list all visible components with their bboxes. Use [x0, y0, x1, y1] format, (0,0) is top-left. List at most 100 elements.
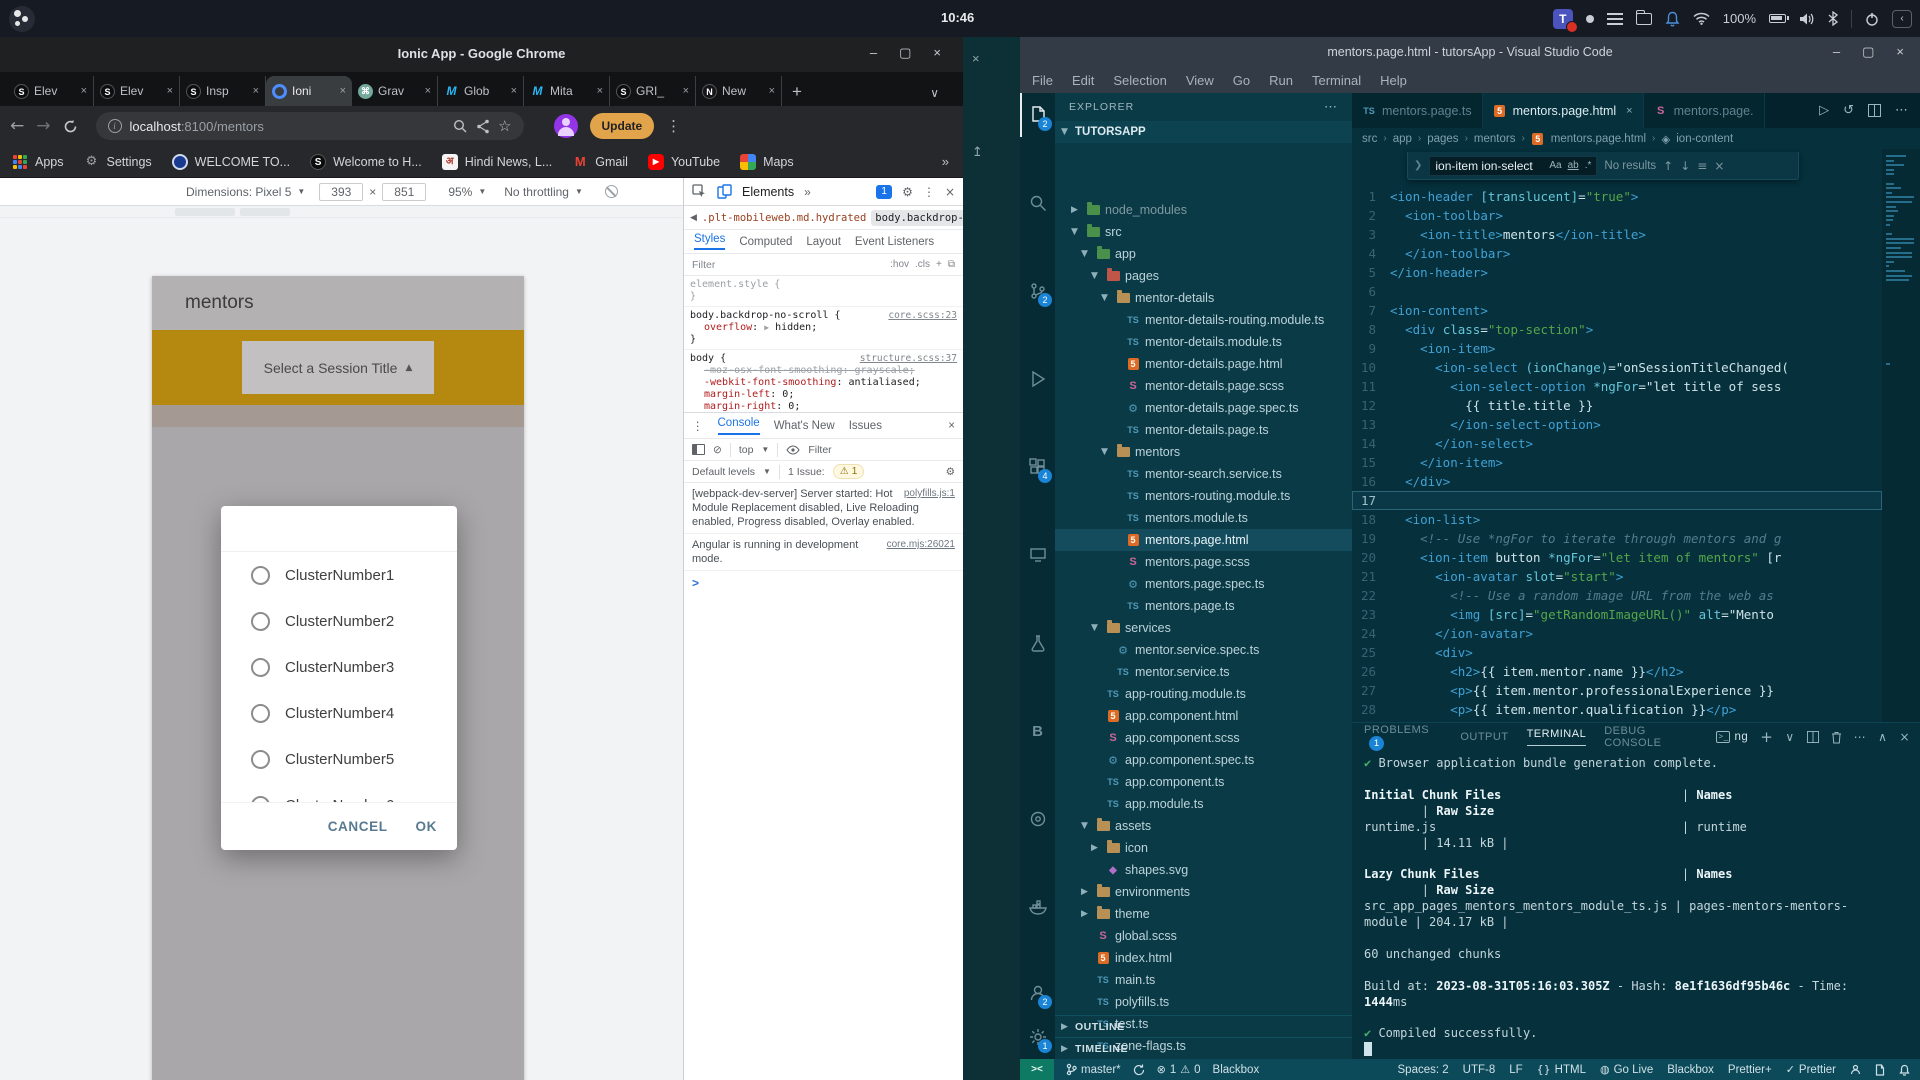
panel-tab-terminal[interactable]: TERMINAL — [1527, 728, 1587, 746]
panel-tab-output[interactable]: OUTPUT — [1460, 731, 1508, 743]
run-icon[interactable]: ▷ — [1819, 103, 1829, 118]
tree-item-theme[interactable]: ▶theme — [1055, 903, 1352, 925]
tab-what-s-new[interactable]: What's New — [774, 420, 835, 432]
breadcrumb-item[interactable]: ion-content — [1676, 133, 1733, 145]
find-close-icon[interactable]: × — [1714, 159, 1724, 173]
tree-item-mentors.page.html[interactable]: 5mentors.page.html — [1055, 529, 1352, 551]
tree-item-node_modules[interactable]: ▶node_modules — [1055, 199, 1352, 221]
code-line[interactable]: 16 </div> — [1352, 472, 1882, 491]
blackbox-status-item[interactable]: Blackbox — [1213, 1064, 1260, 1076]
browser-tab-mita[interactable]: MMita× — [524, 76, 610, 106]
tree-item-environments[interactable]: ▶environments — [1055, 881, 1352, 903]
status-item-utf-8[interactable]: UTF-8 — [1463, 1064, 1496, 1076]
browser-tab-elev[interactable]: SElev× — [8, 76, 94, 106]
chrome-titlebar[interactable]: Ionic App - Google Chrome – ▢ × — [0, 37, 963, 72]
new-tab-button[interactable]: + — [792, 82, 802, 102]
code-line[interactable]: 22 <!-- Use a random image URL from the … — [1352, 586, 1882, 605]
tree-item-mentors.module.ts[interactable]: TSmentors.module.ts — [1055, 507, 1352, 529]
bookmark-hindi-news--l---[interactable]: अHindi News, L... — [442, 154, 553, 170]
source-link[interactable]: core.scss:23 — [888, 310, 957, 322]
bookmark-settings[interactable]: ⚙Settings — [84, 154, 152, 170]
issues-count-badge[interactable]: 1 — [876, 185, 892, 199]
code-line[interactable]: 18 <ion-list> — [1352, 510, 1882, 529]
radio-option[interactable]: ClusterNumber2 — [221, 598, 457, 644]
tree-item-polyfills.ts[interactable]: TSpolyfills.ts — [1055, 991, 1352, 1013]
code-line[interactable]: 15 </ion-item> — [1352, 453, 1882, 472]
tree-item-app.component.scss[interactable]: Sapp.component.scss — [1055, 727, 1352, 749]
browser-tab-insp[interactable]: SInsp× — [180, 76, 266, 106]
cancel-button[interactable]: CANCEL — [328, 819, 388, 834]
tree-item-mentors.page.spec.ts[interactable]: ⚙mentors.page.spec.ts — [1055, 573, 1352, 595]
console-filter-input[interactable]: Filter — [808, 444, 831, 456]
bluetooth-icon[interactable] — [1828, 11, 1838, 26]
status-item-lf[interactable]: LF — [1509, 1064, 1522, 1076]
browser-tab-glob[interactable]: MGlob× — [438, 76, 524, 106]
status-item-prettier+[interactable]: Prettier+ — [1728, 1064, 1772, 1076]
terminal-shell-label[interactable]: >_ng — [1716, 731, 1748, 743]
tray-expand-icon[interactable]: ‹ — [1892, 10, 1912, 28]
code-line[interactable]: 28 <p>{{ item.mentor.qualification }}</p… — [1352, 700, 1882, 719]
remote-indicator[interactable]: >< — [1020, 1059, 1054, 1080]
menu-terminal[interactable]: Terminal — [1312, 73, 1361, 88]
source-link[interactable]: core.mjs:26021 — [887, 538, 955, 552]
code-line[interactable]: 1<ion-header [translucent]="true"> — [1352, 187, 1882, 206]
share-icon[interactable] — [476, 119, 490, 134]
warning-chip[interactable]: ⚠1 — [833, 464, 865, 479]
whole-word-icon[interactable]: ab — [1568, 160, 1579, 171]
style-rule-element[interactable]: element.style { } — [684, 276, 963, 307]
tree-item-mentor.service.ts[interactable]: TSmentor.service.ts — [1055, 661, 1352, 683]
code-line[interactable]: 11 <ion-select-option *ngFor="let title … — [1352, 377, 1882, 396]
outline-section[interactable]: ▶ OUTLINE — [1055, 1015, 1352, 1037]
tab-elements[interactable]: Elements — [742, 185, 794, 199]
blackbox-activity-icon[interactable]: B — [1020, 709, 1055, 753]
back-button[interactable]: ← — [10, 116, 24, 136]
menu-selection[interactable]: Selection — [1113, 73, 1166, 88]
code-line[interactable]: 24 </ion-avatar> — [1352, 624, 1882, 643]
wifi-icon[interactable] — [1693, 12, 1710, 25]
bookmark-maps[interactable]: Maps — [740, 154, 794, 170]
style-rule-backdrop-no-scroll[interactable]: core.scss:23 body.backdrop-no-scroll { o… — [684, 307, 963, 350]
code-line[interactable]: 4 </ion-toolbar> — [1352, 244, 1882, 263]
console-message[interactable]: core.mjs:26021 Angular is running in dev… — [684, 534, 963, 571]
breadcrumb-item[interactable]: mentors.page.html — [1551, 133, 1646, 145]
site-info-icon[interactable]: i — [108, 119, 122, 133]
eye-icon[interactable] — [786, 445, 800, 455]
tree-item-app.component.spec.ts[interactable]: ⚙app.component.spec.ts — [1055, 749, 1352, 771]
tab-close-icon[interactable]: × — [769, 85, 775, 97]
bookmark-apps[interactable]: Apps — [12, 154, 64, 170]
find-input[interactable]: ion-item ion-select Aa ab .* — [1429, 156, 1597, 176]
throttle-warning-icon[interactable] — [605, 185, 618, 198]
zoom-icon[interactable] — [453, 119, 468, 134]
tree-item-mentor-details.page.html[interactable]: 5mentor-details.page.html — [1055, 353, 1352, 375]
url-text[interactable]: localhost:8100/mentors — [130, 119, 264, 134]
panel-tab-problems[interactable]: PROBLEMS1 — [1364, 724, 1442, 751]
terminal-dropdown-icon[interactable]: ∨ — [1785, 730, 1794, 744]
editor-tab-mentors.page.[interactable]: Smentors.page. — [1644, 93, 1765, 128]
explorer-root-folder[interactable]: ▼ TUTORSAPP — [1055, 121, 1352, 143]
device-dimensions-label[interactable]: Dimensions: Pixel 5 — [186, 185, 291, 199]
breadcrumb-item[interactable]: pages — [1427, 133, 1458, 145]
clear-console-icon[interactable]: ⊘ — [713, 444, 722, 456]
code-line[interactable]: 23 <img [src]="getRandomImageURL()" alt=… — [1352, 605, 1882, 624]
status-dot-icon[interactable] — [1586, 15, 1594, 23]
devtools-menu-icon[interactable]: ⋮ — [923, 185, 935, 199]
source-link[interactable]: structure.scss:37 — [860, 353, 957, 365]
menu-file[interactable]: File — [1032, 73, 1053, 88]
close-button[interactable]: × — [1896, 44, 1904, 60]
extensions-activity-icon[interactable]: 4 — [1020, 445, 1055, 489]
testing-activity-icon[interactable] — [1020, 621, 1055, 665]
breadcrumb-item[interactable]: app — [1393, 133, 1412, 145]
tab-issues[interactable]: Issues — [849, 420, 882, 432]
devtools-settings-icon[interactable]: ⚙ — [902, 185, 913, 199]
tree-item-mentors.page.ts[interactable]: TSmentors.page.ts — [1055, 595, 1352, 617]
device-throttling-select[interactable]: No throttling — [504, 185, 569, 199]
hov-toggle[interactable]: :hov — [890, 259, 909, 270]
teams-tray-icon[interactable]: T — [1553, 9, 1573, 29]
console-context-select[interactable]: top — [739, 444, 754, 456]
code-line[interactable]: 21 <ion-avatar slot="start"> — [1352, 567, 1882, 586]
menu-run[interactable]: Run — [1269, 73, 1293, 88]
split-editor-icon[interactable] — [1868, 104, 1881, 117]
menu-tray-icon[interactable] — [1607, 13, 1623, 25]
source-control-activity-icon[interactable]: 2 — [1020, 269, 1055, 313]
layout-icon[interactable]: ⧉ — [948, 259, 955, 270]
